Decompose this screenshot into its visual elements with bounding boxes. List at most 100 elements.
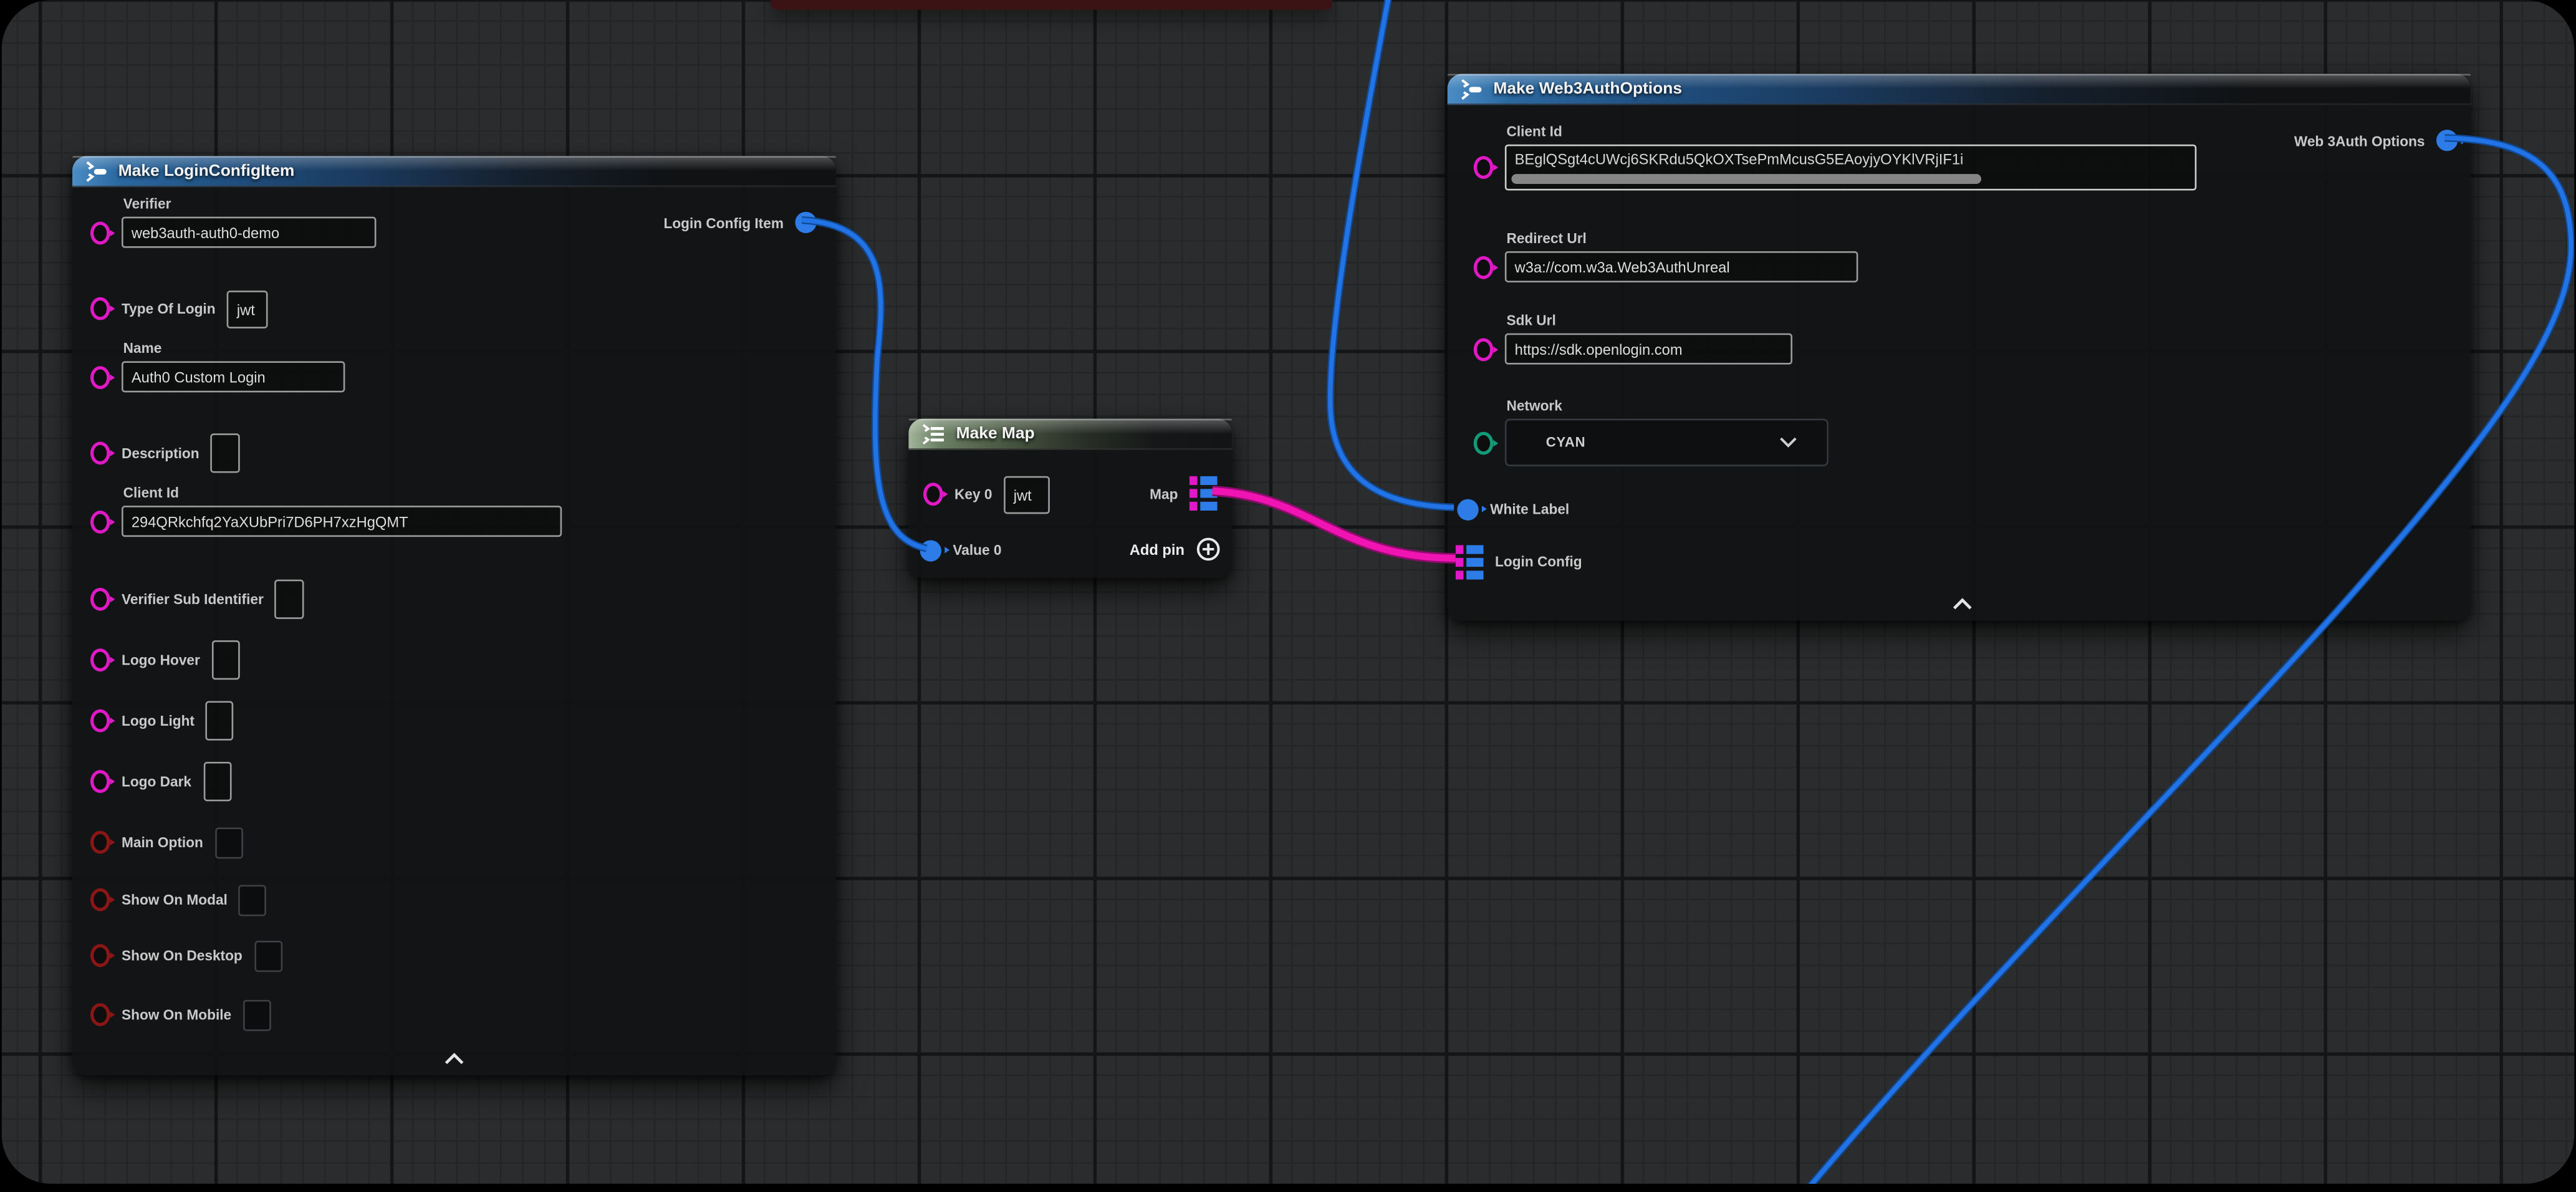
input-pin-main-option[interactable] [90,831,110,854]
name-input[interactable]: Auth0 Custom Login [122,361,345,392]
output-pin-login-config-item[interactable] [795,212,816,233]
chevron-down-icon [1779,437,1797,448]
wire-offscreen-to-white-label[interactable] [1330,0,1454,507]
field-client-id: Client Id BEglQSgt4cUWcj6SKRdu5QkOXTsePm… [1474,123,2196,191]
field-type-of-login: Type Of Login jwt [90,289,268,329]
input-pin-logo-light[interactable] [90,709,110,733]
network-dropdown[interactable]: CYAN [1505,419,1829,466]
redirect-url-input[interactable]: w3a://com.w3a.Web3AuthUnreal [1505,251,1858,282]
field-client-id: Client Id 294QRkchfq2YaXUbPri7D6PH7xzHgQ… [90,484,562,537]
field-label: Client Id [123,484,562,501]
show-on-desktop-checkbox[interactable] [254,940,282,971]
output-pin-web3auth-options[interactable] [2436,130,2458,151]
node-header[interactable]: Make Map [908,419,1232,450]
type-of-login-input[interactable]: jwt [227,290,268,328]
input-pin-description[interactable] [90,441,110,464]
field-main-option: Main Option [90,822,243,862]
field-label: Value 0 [953,542,1001,558]
field-label: Name [123,340,345,356]
field-label: Login Config [1495,554,1582,570]
field-label: Client Id [1506,123,2196,140]
node-make-map[interactable]: Make Map Key 0 jwt Map Value 0 Add pin [908,419,1232,578]
input-pin-sdk-url[interactable] [1474,337,1494,360]
input-pin-show-on-mobile[interactable] [90,1003,110,1026]
field-verifier: Verifier web3auth-auth0-demo [90,195,377,248]
input-pin-logo-hover[interactable] [90,648,110,671]
field-login-config: Login Config [1456,542,1582,581]
field-network: Network CYAN [1474,397,1829,466]
field-key0: Key 0 jwt [923,474,1050,514]
horizontal-scrollbar-thumb[interactable] [1511,174,1981,184]
add-pin-label: Add pin [1130,541,1185,557]
input-pin-key0[interactable] [923,483,943,506]
input-pin-verifier-sub-identifier[interactable] [90,588,110,611]
pin-row-login-config-item-out: Login Config Item [663,212,816,233]
input-pin-type-of-login[interactable] [90,297,110,320]
node-header[interactable]: Make LoginConfigItem [72,156,836,187]
input-pin-client-id[interactable] [90,510,110,533]
field-label: Verifier [123,195,377,211]
offscreen-node-edge [771,0,1332,10]
input-pin-verifier[interactable] [90,221,110,244]
node-make-web3authoptions[interactable]: Make Web3AuthOptions Web 3Auth Options C… [1448,74,2471,621]
show-on-modal-checkbox[interactable] [239,884,267,915]
logo-hover-input[interactable] [211,640,239,680]
blueprint-canvas[interactable]: Make LoginConfigItem Login Config Item V… [2,0,2575,1184]
map-pin-icon[interactable] [1456,544,1484,579]
add-pin-icon[interactable] [1196,537,1221,562]
wire-map-to-login-config[interactable] [1213,491,1456,558]
field-label: Show On Mobile [122,1006,231,1022]
sdk-url-input[interactable]: https://sdk.openlogin.com [1505,334,1792,365]
client-id-input[interactable]: 294QRkchfq2YaXUbPri7D6PH7xzHgQMT [122,506,562,537]
field-verifier-sub-identifier: Verifier Sub Identifier [90,580,305,619]
field-label: Network [1506,397,1828,413]
description-input[interactable] [211,433,240,473]
field-white-label: White Label [1457,489,1569,529]
input-pin-network[interactable] [1474,431,1494,454]
field-show-on-mobile: Show On Mobile [90,995,271,1034]
main-option-checkbox[interactable] [214,827,243,858]
collapse-node-icon[interactable] [444,1052,465,1065]
show-on-mobile-checkbox[interactable] [243,999,271,1031]
field-show-on-modal: Show On Modal [90,880,267,920]
field-description: Description [90,433,241,473]
node-title: Make Web3AuthOptions [1493,80,1682,98]
input-pin-client-id[interactable] [1474,156,1494,179]
verifier-sub-identifier-input[interactable] [275,580,304,619]
map-pin-icon[interactable] [1189,476,1218,511]
input-pin-name[interactable] [90,365,110,388]
field-label: Logo Dark [122,773,191,789]
field-label: Description [122,445,199,461]
node-title: Make LoginConfigItem [118,161,295,180]
verifier-input[interactable]: web3auth-auth0-demo [122,217,376,248]
field-label: Verifier Sub Identifier [122,591,264,607]
key0-input[interactable]: jwt [1004,475,1050,513]
input-pin-white-label[interactable] [1457,498,1478,519]
field-show-on-desktop: Show On Desktop [90,936,282,975]
input-pin-logo-dark[interactable] [90,770,110,793]
field-name: Name Auth0 Custom Login [90,340,345,392]
input-pin-redirect-url[interactable] [1474,256,1494,279]
field-label: Main Option [122,834,203,850]
field-label: Type Of Login [122,300,216,317]
input-pin-show-on-desktop[interactable] [90,944,110,967]
input-pin-show-on-modal[interactable] [90,888,110,911]
wire-shadow [1330,0,1454,507]
field-label: Redirect Url [1506,230,1858,246]
node-header[interactable]: Make Web3AuthOptions [1448,74,2471,105]
field-label: Sdk Url [1506,312,1792,328]
output-pin-label: Login Config Item [663,214,783,231]
node-make-loginconfigitem[interactable]: Make LoginConfigItem Login Config Item V… [72,156,836,1075]
logo-light-input[interactable] [206,701,234,741]
collapse-node-icon[interactable] [1952,598,1973,611]
output-pin-label: Map [1150,485,1178,501]
make-struct-icon [84,160,108,181]
client-id-input[interactable]: BEglQSgt4cUWcj6SKRdu5QkOXTsePmMcusG5EAoy… [1505,145,2196,191]
field-logo-dark: Logo Dark [90,762,231,801]
logo-dark-input[interactable] [203,762,231,801]
field-redirect-url: Redirect Url w3a://com.w3a.Web3AuthUnrea… [1474,230,1858,282]
input-pin-value0[interactable] [920,539,941,560]
field-label: Logo Hover [122,652,200,668]
field-logo-light: Logo Light [90,701,234,741]
make-map-icon [920,423,946,444]
